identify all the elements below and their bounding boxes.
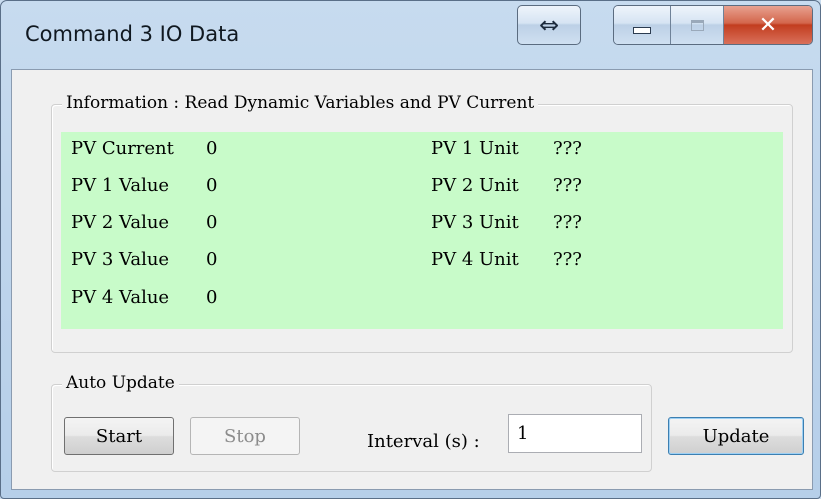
window-title: Command 3 IO Data <box>25 22 240 46</box>
pv1-unit-value: ??? <box>553 138 582 159</box>
pv-current-label: PV Current <box>71 138 174 159</box>
pv4-unit-value: ??? <box>553 249 582 270</box>
resize-toggle-button[interactable]: ⇔ <box>517 5 581 45</box>
information-panel: PV Current 0 PV 1 Value 0 PV 2 Value 0 P… <box>61 132 783 329</box>
minimize-button[interactable] <box>614 6 671 44</box>
pv4-value-label: PV 4 Value <box>71 287 170 308</box>
information-groupbox: Information : Read Dynamic Variables and… <box>51 93 793 353</box>
interval-input[interactable] <box>508 414 642 453</box>
information-legend: Information : Read Dynamic Variables and… <box>62 93 539 113</box>
stop-button: Stop <box>190 417 300 455</box>
window-controls: ✕ <box>613 5 813 45</box>
pv1-value: 0 <box>206 175 218 196</box>
pv-current-value: 0 <box>206 138 218 159</box>
pv3-unit-value: ??? <box>553 212 582 233</box>
close-icon: ✕ <box>758 12 778 38</box>
pv4-value: 0 <box>206 287 218 308</box>
dialog-window: Command 3 IO Data ⇔ ✕ Information : Read… <box>0 0 821 499</box>
close-button[interactable]: ✕ <box>724 6 812 44</box>
pv4-unit-label: PV 4 Unit <box>431 249 519 270</box>
pv1-value-label: PV 1 Value <box>71 175 170 196</box>
pv3-value: 0 <box>206 249 218 270</box>
auto-update-legend: Auto Update <box>62 373 179 393</box>
maximize-icon <box>690 19 704 31</box>
pv2-unit-value: ??? <box>553 175 582 196</box>
start-button[interactable]: Start <box>64 417 174 455</box>
update-button[interactable]: Update <box>668 417 804 455</box>
interval-label: Interval (s) : <box>367 431 480 452</box>
pv3-unit-label: PV 3 Unit <box>431 212 519 233</box>
pv3-value-label: PV 3 Value <box>71 249 170 270</box>
minimize-icon <box>633 26 651 34</box>
pv1-unit-label: PV 1 Unit <box>431 138 519 159</box>
double-arrow-icon: ⇔ <box>538 11 560 39</box>
pv2-unit-label: PV 2 Unit <box>431 175 519 196</box>
pv2-value-label: PV 2 Value <box>71 212 170 233</box>
pv2-value: 0 <box>206 212 218 233</box>
title-bar[interactable]: Command 3 IO Data ⇔ ✕ <box>1 1 820 69</box>
maximize-button <box>671 6 724 44</box>
